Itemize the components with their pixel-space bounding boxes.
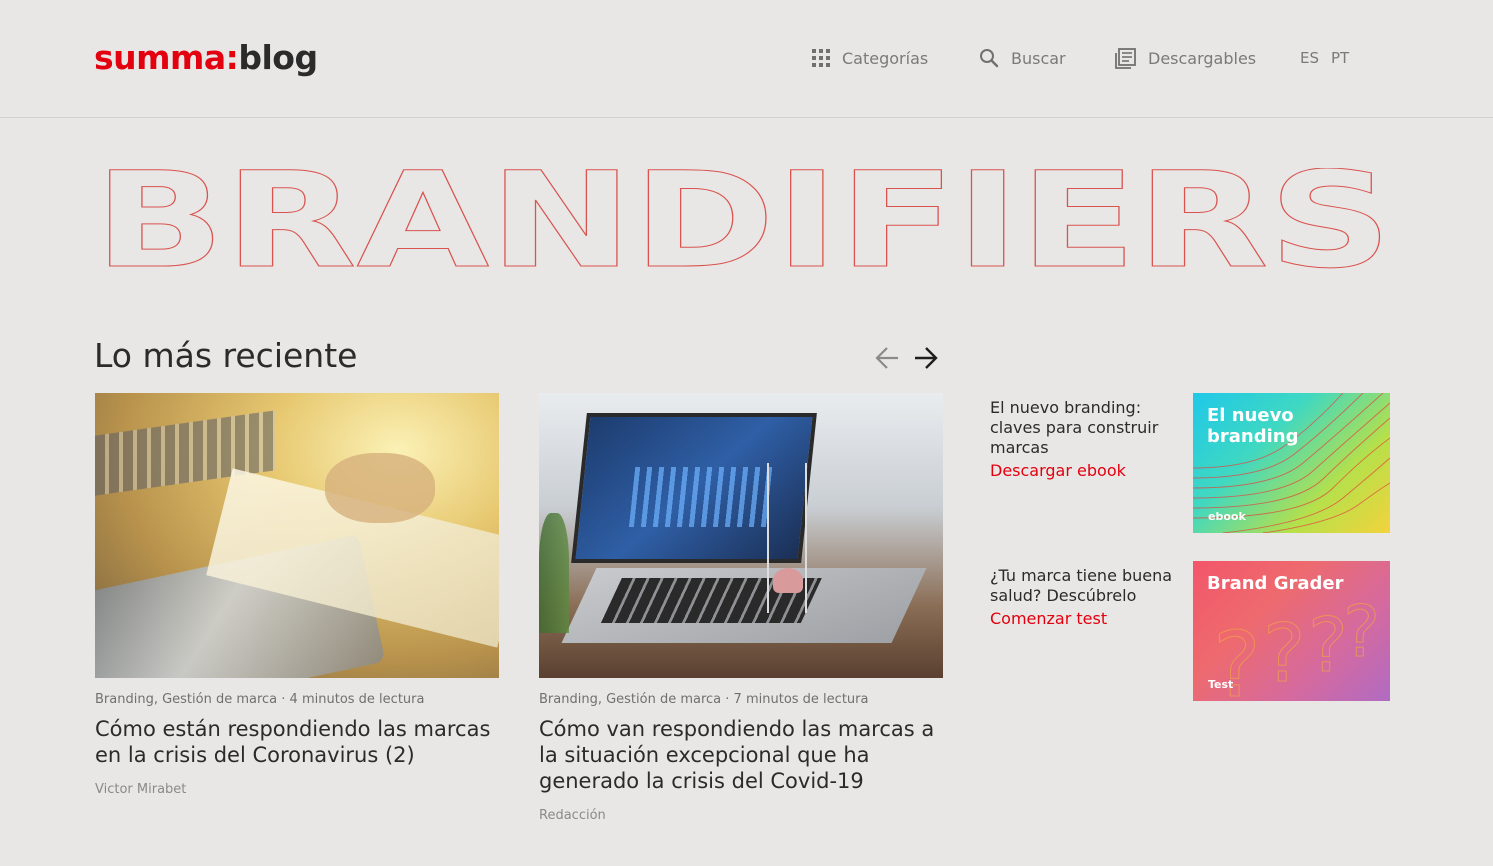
- article-image[interactable]: [95, 393, 499, 678]
- article-categories[interactable]: Branding, Gestión de marca: [95, 692, 277, 707]
- arrow-right-icon[interactable]: [913, 344, 939, 372]
- promo-thumbnail[interactable]: ? ? ? ? Brand Grader Test: [1193, 561, 1390, 701]
- promo-test: ¿Tu marca tiene buena salud? Descúbrelo …: [990, 561, 1390, 701]
- nav-categories[interactable]: Categorías: [812, 44, 928, 72]
- promo-text: El nuevo branding: claves para construir…: [990, 398, 1159, 457]
- promo-thumb-tag: ebook: [1208, 510, 1246, 523]
- article-card[interactable]: Branding, Gestión de marca · 7 minutos d…: [539, 393, 943, 823]
- site-logo[interactable]: summa:blog: [94, 38, 318, 78]
- nav-search-label: Buscar: [1011, 48, 1066, 68]
- article-read-time: · 4 minutos de lectura: [281, 692, 425, 707]
- svg-text:?: ?: [1308, 601, 1348, 689]
- article-card[interactable]: Branding, Gestión de marca · 4 minutos d…: [95, 393, 499, 797]
- download-ebook-link[interactable]: Descargar ebook: [990, 461, 1180, 481]
- promo-ebook: El nuevo branding: claves para construir…: [990, 393, 1390, 533]
- hero-outline-title: BRANDIFIERS: [94, 168, 1393, 272]
- nav-search[interactable]: Buscar: [979, 44, 1066, 72]
- article-meta: Branding, Gestión de marca · 4 minutos d…: [95, 692, 499, 708]
- hero-text: BRANDIFIERS: [94, 168, 1392, 272]
- article-categories[interactable]: Branding, Gestión de marca: [539, 692, 721, 707]
- article-title[interactable]: Cómo van respondiendo las marcas a la si…: [539, 716, 943, 794]
- nav-categories-label: Categorías: [842, 48, 929, 68]
- logo-brand: summa:: [94, 38, 239, 77]
- search-icon: [980, 49, 999, 68]
- library-icon: [1115, 47, 1136, 69]
- plant-decoration: [539, 513, 569, 633]
- keyboard-decoration: [561, 568, 927, 643]
- article-meta: Branding, Gestión de marca · 7 minutos d…: [539, 692, 943, 708]
- lang-pt[interactable]: PT: [1331, 49, 1349, 67]
- logo-suffix: blog: [238, 38, 318, 77]
- nav-downloads-label: Descargables: [1148, 48, 1257, 68]
- section-title: Lo más reciente: [94, 336, 358, 375]
- promo-thumb-title: El nuevo branding: [1207, 405, 1299, 447]
- lang-es[interactable]: ES: [1300, 49, 1319, 67]
- promo-thumb-title: Brand Grader: [1207, 573, 1344, 594]
- nav-downloads[interactable]: Descargables: [1115, 44, 1256, 72]
- svg-text:?: ?: [1343, 591, 1380, 673]
- site-header: summa:blog Categorías Buscar Descargable…: [0, 0, 1493, 118]
- promo-thumbnail[interactable]: El nuevo branding ebook: [1193, 393, 1390, 533]
- start-test-link[interactable]: Comenzar test: [990, 609, 1180, 629]
- svg-text:?: ?: [1263, 607, 1305, 700]
- hourglass-decoration: [767, 463, 807, 613]
- article-title[interactable]: Cómo están respondiendo las marcas en la…: [95, 716, 499, 768]
- article-image[interactable]: [539, 393, 943, 678]
- article-read-time: · 7 minutos de lectura: [725, 692, 869, 707]
- arrow-left-icon[interactable]: [874, 344, 900, 372]
- article-author: Redacción: [539, 808, 606, 823]
- article-author: Victor Mirabet: [95, 782, 187, 797]
- grid-icon: [812, 49, 830, 67]
- promo-thumb-tag: Test: [1208, 678, 1234, 691]
- hand-decoration: [325, 453, 435, 523]
- promo-text: ¿Tu marca tiene buena salud? Descúbrelo: [990, 566, 1173, 605]
